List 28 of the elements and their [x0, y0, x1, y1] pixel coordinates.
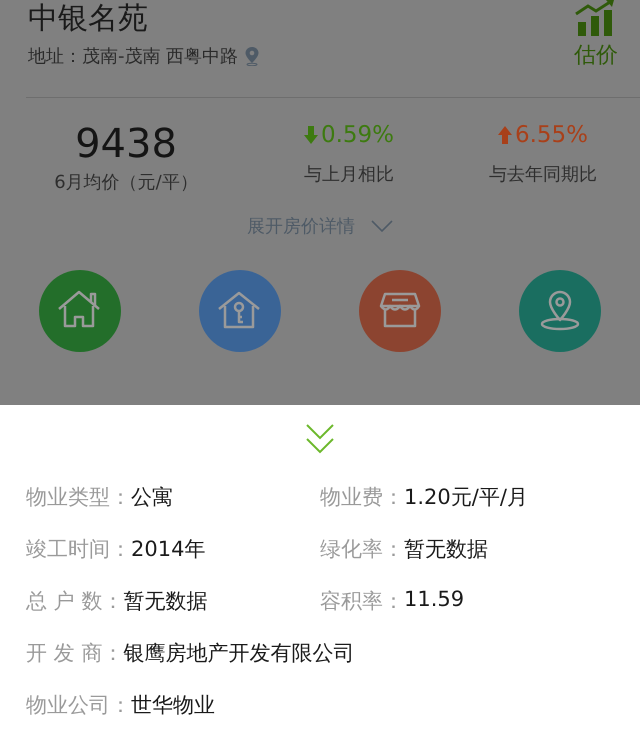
detail-label: 物业费： [320, 484, 404, 511]
detail-label: 总 户 数： [26, 588, 124, 615]
detail-value: 暂无数据 [123, 588, 208, 615]
detail-label: 竣工时间： [26, 536, 131, 563]
detail-label: 开 发 商： [26, 640, 124, 667]
change-percent: 6.55% [514, 122, 588, 148]
change-percent: 0.59% [320, 122, 394, 148]
average-price: 9438 [75, 120, 177, 168]
chevron-down-icon [371, 220, 393, 232]
change-label: 与上月相比 [304, 163, 394, 186]
address-text: 地址：茂南-茂南 西粤中路 [28, 45, 238, 68]
detail-label: 物业公司： [26, 692, 131, 719]
detail-value: 1.20元/平/月 [404, 484, 528, 511]
collapse-chevron-icon[interactable] [305, 423, 335, 455]
change-label: 与去年同期比 [489, 163, 597, 186]
detail-value: 公寓 [131, 484, 173, 511]
detail-value: 银鹰房地产开发有限公司 [123, 640, 354, 667]
detail-value: 2014年 [131, 536, 206, 563]
detail-value: 暂无数据 [404, 536, 488, 563]
detail-label: 绿化率： [320, 536, 404, 563]
detail-label: 物业类型： [26, 484, 131, 511]
detail-value: 11.59 [404, 587, 464, 613]
price-label: 6月均价（元/平） [54, 171, 198, 194]
location-pin-icon[interactable] [244, 46, 260, 66]
estate-title: 中银名苑 [28, 0, 149, 38]
detail-label: 容积率： [320, 588, 404, 615]
detail-value: 世华物业 [131, 692, 215, 719]
estimate-button[interactable]: 估价 [574, 0, 618, 97]
